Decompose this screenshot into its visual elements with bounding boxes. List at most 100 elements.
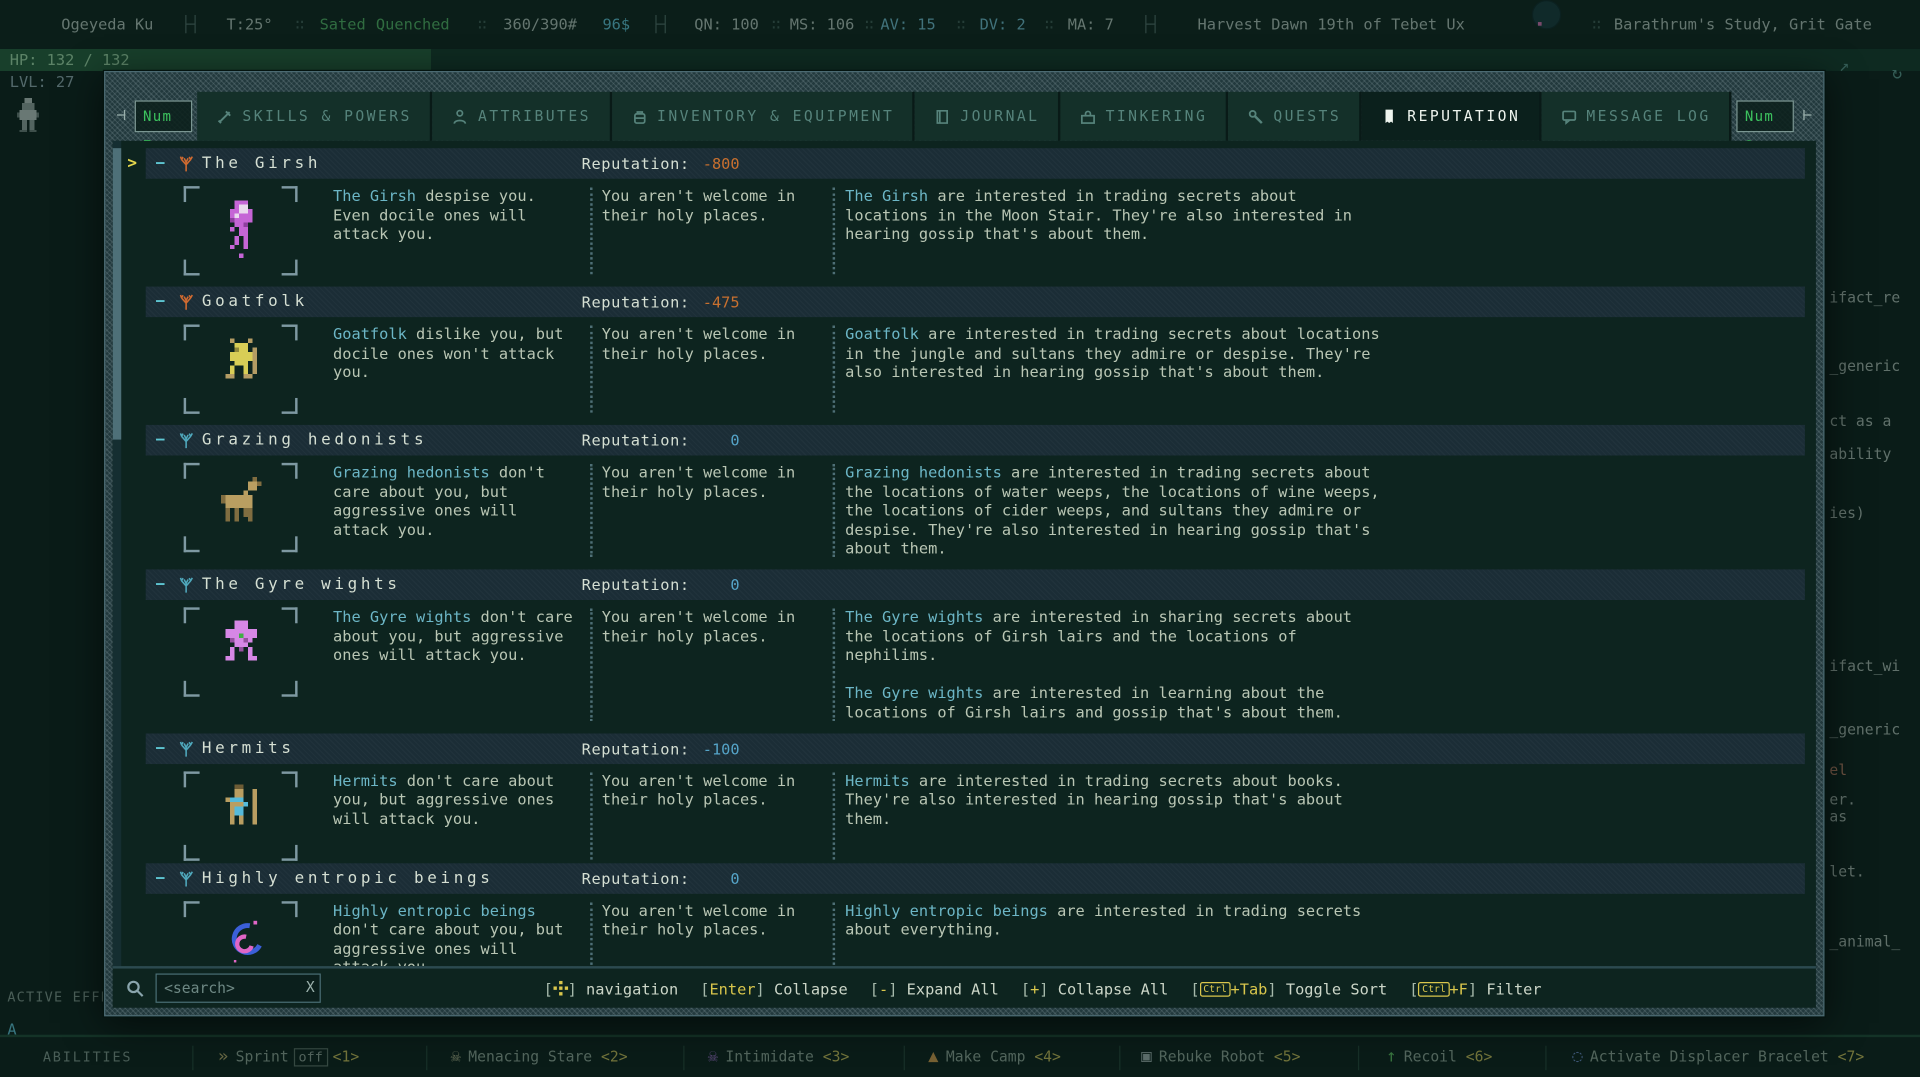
log-fragment: _generic bbox=[1829, 358, 1900, 375]
ctrl-key-icon: Ctrl bbox=[1200, 981, 1231, 996]
log-fragment: _generic bbox=[1829, 721, 1900, 738]
faction-attitude: Grazing hedonists don't care about you, … bbox=[333, 463, 577, 558]
faction-holy-status: You aren't welcome in their holy places. bbox=[602, 771, 800, 860]
clear-search-button[interactable]: X bbox=[306, 978, 315, 995]
faction-header[interactable]: − Goatfolk Reputation: -475 bbox=[127, 287, 1805, 318]
faction-interests: Hermits are interested in trading secret… bbox=[845, 771, 1384, 860]
faction-portrait bbox=[184, 186, 298, 275]
faction-holy-status: You aren't welcome in their holy places. bbox=[602, 186, 800, 275]
faction-name: Goatfolk bbox=[202, 287, 308, 318]
campfire-icon: ▲ bbox=[928, 1037, 938, 1077]
faction-row-hermits: − Hermits Reputation: -100 bbox=[127, 733, 1805, 863]
collapse-toggle[interactable]: − bbox=[156, 425, 166, 456]
scrollbar-thumb[interactable] bbox=[113, 148, 122, 439]
hint-toggle-sort: [Ctrl+Tab] Toggle Sort bbox=[1190, 979, 1387, 997]
log-fragment: as bbox=[1829, 808, 1847, 825]
collapse-toggle[interactable]: − bbox=[156, 148, 166, 179]
faction-attitude: Goatfolk dislike you, but docile ones wo… bbox=[333, 324, 577, 413]
ability-recoil[interactable]: ↑Recoil <6> bbox=[1386, 1037, 1492, 1077]
tab-message-log[interactable]: MESSAGE LOG bbox=[1541, 92, 1731, 141]
reputation-value: 0 bbox=[672, 425, 739, 456]
sprint-icon: » bbox=[218, 1037, 228, 1077]
tab-skills-powers[interactable]: SKILLS & POWERS bbox=[197, 92, 433, 141]
collapse-toggle[interactable]: − bbox=[156, 733, 166, 764]
faction-interests: The Gyre wights are interested in sharin… bbox=[845, 607, 1384, 722]
stat-ms: MS: 106 bbox=[790, 0, 855, 49]
hint-filter: [Ctrl+F] Filter bbox=[1409, 979, 1541, 997]
carry-weight: 360/390# bbox=[503, 0, 577, 49]
collapse-toggle[interactable]: − bbox=[156, 569, 166, 600]
ability-sprint[interactable]: »Sprintoff<1> bbox=[218, 1037, 359, 1077]
window-footer: X [] navigation [Enter] Collapse [-] Exp… bbox=[113, 966, 1816, 1008]
numpad-icon bbox=[553, 980, 568, 995]
collapse-toggle[interactable]: − bbox=[156, 287, 166, 318]
collapse-toggle[interactable]: − bbox=[156, 863, 166, 894]
ability-menacing-stare[interactable]: ☠Menacing Stare <2> bbox=[451, 1037, 628, 1077]
log-fragment: ies) bbox=[1829, 504, 1864, 521]
refresh-icon: ↻ bbox=[1892, 64, 1902, 84]
hp-value: HP: 132 / 132 bbox=[10, 49, 130, 71]
faction-portrait bbox=[184, 771, 298, 860]
scrollbar[interactable] bbox=[113, 141, 122, 966]
tab-reputation[interactable]: REPUTATION bbox=[1362, 92, 1541, 141]
faction-name: Highly entropic beings bbox=[202, 863, 494, 894]
search-input[interactable] bbox=[156, 973, 321, 1002]
faction-tree-icon bbox=[177, 869, 194, 887]
log-fragment: ifact_wi bbox=[1829, 658, 1900, 675]
faction-tree-icon bbox=[177, 575, 194, 593]
tab-bar: ⊣ Num 7 SKILLS & POWERS ATTRIBUTES INVEN… bbox=[113, 80, 1816, 141]
tab-inventory-equipment[interactable]: INVENTORY & EQUIPMENT bbox=[612, 92, 915, 141]
ctrl-key-icon: Ctrl bbox=[1418, 981, 1449, 996]
backpack-icon bbox=[630, 107, 648, 125]
faction-holy-status: You aren't welcome in their holy places. bbox=[602, 463, 800, 558]
faction-header[interactable]: − Highly entropic beings Reputation: 0 bbox=[127, 863, 1805, 894]
status-quenched: Quenched bbox=[376, 0, 450, 49]
ability-intimidate[interactable]: ☠Intimidate <3> bbox=[708, 1037, 850, 1077]
stat-dv: DV: 2 bbox=[980, 0, 1026, 49]
person-icon bbox=[451, 107, 469, 125]
faction-header[interactable]: − Grazing hedonists Reputation: 0 bbox=[127, 425, 1805, 456]
tab-quests[interactable]: QUESTS bbox=[1228, 92, 1362, 141]
ability-rebuke-robot[interactable]: ▣Rebuke Robot <5> bbox=[1141, 1037, 1300, 1077]
faction-tree-icon bbox=[177, 293, 194, 311]
location: Barathrum's Study, Grit Gate bbox=[1614, 0, 1872, 49]
faction-name: Grazing hedonists bbox=[202, 425, 427, 456]
grazing-hedonist-sprite bbox=[216, 476, 265, 540]
faction-portrait bbox=[184, 324, 298, 413]
recoil-icon: ↑ bbox=[1386, 1037, 1396, 1077]
hp-bar: HP: 132 / 132 bbox=[0, 49, 1920, 71]
status-bar: Ogeyeda Ku ├┤ T:25° ∷ Sated Quenched ∷ 3… bbox=[0, 0, 1920, 49]
level-value: LVL: 27 bbox=[10, 71, 75, 92]
stat-qn: QN: 100 bbox=[694, 0, 759, 49]
stat-av: AV: 15 bbox=[880, 0, 935, 49]
tab-tinkering[interactable]: TINKERING bbox=[1060, 92, 1228, 141]
faction-interests: Goatfolk are interested in trading secre… bbox=[845, 324, 1384, 413]
goatfolk-sprite bbox=[216, 337, 265, 401]
money: 96$ bbox=[602, 0, 630, 49]
log-fragment: ability bbox=[1829, 446, 1891, 463]
faction-portrait bbox=[184, 901, 298, 966]
hint-collapse-all: [+] Collapse All bbox=[1021, 979, 1168, 997]
faction-attitude: Highly entropic beings don't care about … bbox=[333, 901, 577, 966]
ability-make-camp[interactable]: ▲Make Camp <4> bbox=[928, 1037, 1061, 1077]
faction-interests: The Girsh are interested in trading secr… bbox=[845, 186, 1384, 275]
faction-row-grazing-hedonists: − Grazing hedonists Reputation: 0 bbox=[127, 425, 1805, 569]
log-fragment: el bbox=[1829, 762, 1847, 779]
faction-header[interactable]: − The Gyre wights Reputation: 0 bbox=[127, 569, 1805, 600]
faction-attitude: The Gyre wights don't care about you, bu… bbox=[333, 607, 577, 722]
hint-collapse: [Enter] Collapse bbox=[700, 979, 847, 997]
tab-attributes[interactable]: ATTRIBUTES bbox=[433, 92, 612, 141]
ability-displacer-bracelet[interactable]: ◌Activate Displacer Bracelet <7> bbox=[1572, 1037, 1864, 1077]
log-fragment: ct as a bbox=[1829, 413, 1891, 430]
frame-tick-left: ⊣ bbox=[113, 92, 130, 141]
faction-holy-status: You aren't welcome in their holy places. bbox=[602, 901, 800, 966]
faction-row-the-girsh: > − The Girsh Reputation: -800 bbox=[127, 148, 1805, 286]
faction-portrait bbox=[184, 607, 298, 696]
faction-header[interactable]: > − The Girsh Reputation: -800 bbox=[127, 148, 1805, 179]
faction-tree-icon bbox=[177, 431, 194, 449]
faction-name: Hermits bbox=[202, 733, 295, 764]
tab-journal[interactable]: JOURNAL bbox=[915, 92, 1060, 141]
faction-list: > − The Girsh Reputation: -800 bbox=[113, 141, 1816, 966]
reputation-window: ⊣ Num 7 SKILLS & POWERS ATTRIBUTES INVEN… bbox=[104, 71, 1824, 1016]
faction-header[interactable]: − Hermits Reputation: -100 bbox=[127, 733, 1805, 764]
